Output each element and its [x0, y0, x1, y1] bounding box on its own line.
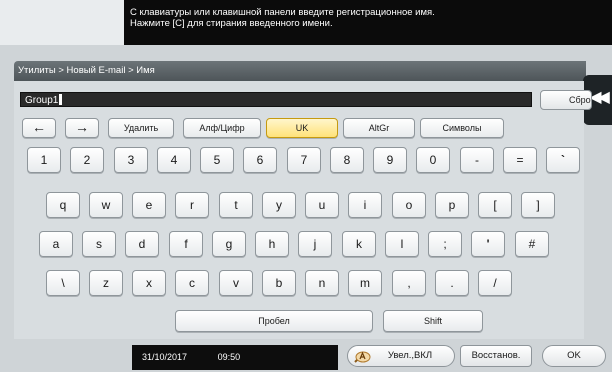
key-j[interactable]: j: [298, 231, 332, 257]
key-p[interactable]: p: [435, 192, 469, 218]
key-bracket-left[interactable]: [: [478, 192, 512, 218]
status-datetime: 31/10/2017 09:50: [132, 345, 338, 370]
key-z[interactable]: z: [89, 270, 123, 296]
key-l[interactable]: l: [385, 231, 419, 257]
ok-button[interactable]: OK: [542, 345, 606, 367]
key-semicolon[interactable]: ;: [428, 231, 462, 257]
key-period[interactable]: .: [435, 270, 469, 296]
instruction-message: С клавиатуры или клавишной панели введит…: [124, 0, 612, 45]
key-v[interactable]: v: [219, 270, 253, 296]
key-equals[interactable]: =: [503, 147, 537, 173]
reset-button[interactable]: Сбро: [540, 90, 592, 110]
breadcrumb: Утилиты > Новый E-mail > Имя: [14, 61, 586, 81]
name-input-value: Group1: [25, 95, 59, 106]
key-r[interactable]: r: [175, 192, 209, 218]
key-s[interactable]: s: [82, 231, 116, 257]
key-f[interactable]: f: [169, 231, 203, 257]
text-cursor: [59, 94, 63, 105]
enlarge-display-label: Увел.,ВКЛ: [387, 350, 433, 361]
keyboard-screen: С клавиатуры или клавишной панели введит…: [0, 0, 612, 372]
magnifier-icon: [354, 351, 371, 363]
key-2[interactable]: 2: [70, 147, 104, 173]
key-backtick[interactable]: `: [546, 147, 580, 173]
key-y[interactable]: y: [262, 192, 296, 218]
restore-button[interactable]: Восстанов.: [460, 345, 532, 367]
key-comma[interactable]: ,: [392, 270, 426, 296]
key-4[interactable]: 4: [157, 147, 191, 173]
key-3[interactable]: 3: [114, 147, 148, 173]
key-c[interactable]: c: [175, 270, 209, 296]
key-backslash[interactable]: \: [46, 270, 80, 296]
shift-key[interactable]: Shift: [383, 310, 483, 332]
key-o[interactable]: o: [392, 192, 426, 218]
status-time: 09:50: [217, 352, 241, 362]
key-m[interactable]: m: [348, 270, 382, 296]
space-key[interactable]: Пробел: [175, 310, 373, 332]
delete-key[interactable]: Удалить: [108, 118, 174, 138]
cursor-left-key[interactable]: ←: [22, 118, 56, 138]
alnum-toggle-key[interactable]: Алф/Цифр: [183, 118, 261, 138]
key-9[interactable]: 9: [373, 147, 407, 173]
key-minus[interactable]: -: [460, 147, 494, 173]
key-t[interactable]: t: [219, 192, 253, 218]
key-h[interactable]: h: [255, 231, 289, 257]
cursor-right-key[interactable]: →: [65, 118, 99, 138]
enlarge-display-button[interactable]: Увел.,ВКЛ: [347, 345, 455, 367]
key-slash[interactable]: /: [478, 270, 512, 296]
instruction-line-2: Нажмите [C] для стирания введенного имен…: [130, 18, 333, 29]
key-apostrophe[interactable]: ': [471, 231, 505, 257]
key-8[interactable]: 8: [330, 147, 364, 173]
key-bracket-right[interactable]: ]: [521, 192, 555, 218]
key-1[interactable]: 1: [27, 147, 61, 173]
symbols-key[interactable]: Символы: [420, 118, 504, 138]
key-b[interactable]: b: [262, 270, 296, 296]
name-input-field[interactable]: Group1: [20, 92, 532, 107]
key-n[interactable]: n: [305, 270, 339, 296]
key-i[interactable]: i: [348, 192, 382, 218]
key-g[interactable]: g: [212, 231, 246, 257]
uk-layout-key[interactable]: UK: [266, 118, 338, 138]
message-left-area: [0, 0, 124, 45]
instruction-line-1: С клавиатуры или клавишной панели введит…: [130, 7, 435, 18]
key-k[interactable]: k: [342, 231, 376, 257]
key-6[interactable]: 6: [243, 147, 277, 173]
key-u[interactable]: u: [305, 192, 339, 218]
key-hash[interactable]: #: [515, 231, 549, 257]
status-date: 31/10/2017: [142, 352, 188, 362]
key-w[interactable]: w: [89, 192, 123, 218]
key-d[interactable]: d: [125, 231, 159, 257]
key-q[interactable]: q: [46, 192, 80, 218]
key-7[interactable]: 7: [287, 147, 321, 173]
key-a[interactable]: a: [39, 231, 73, 257]
altgr-key[interactable]: AltGr: [343, 118, 415, 138]
key-5[interactable]: 5: [200, 147, 234, 173]
key-e[interactable]: e: [132, 192, 166, 218]
key-x[interactable]: x: [132, 270, 166, 296]
key-0[interactable]: 0: [416, 147, 450, 173]
